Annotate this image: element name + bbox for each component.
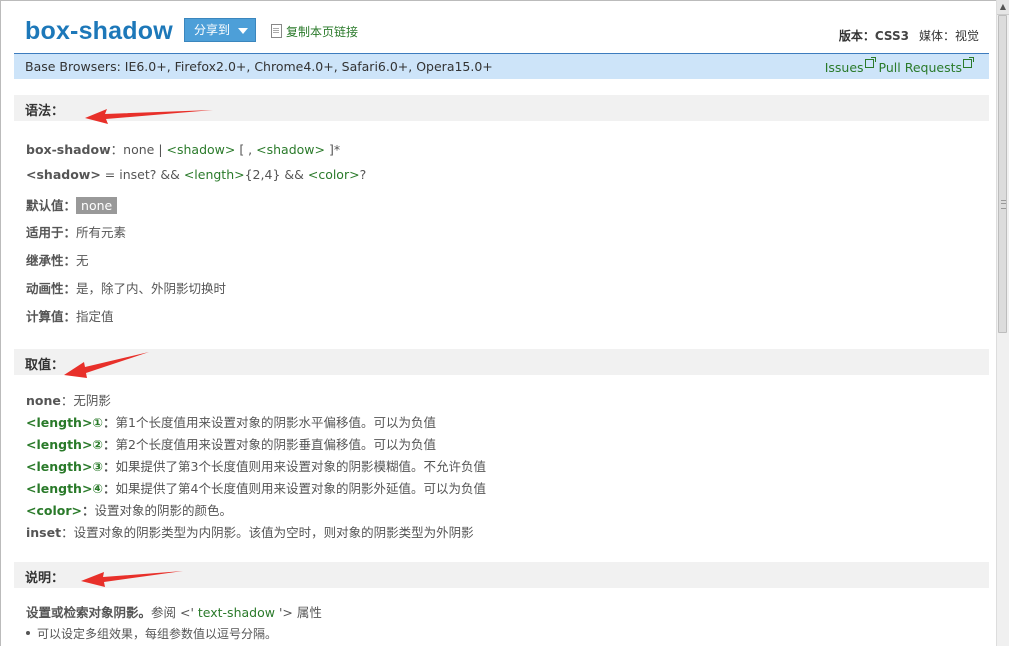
description-heading-bar: 说明： bbox=[14, 562, 989, 588]
description-bold: 设置或检索对象阴影。 bbox=[26, 605, 152, 620]
animation-value: 是，除了内、外阴影切换时 bbox=[76, 281, 227, 296]
document-icon bbox=[271, 24, 282, 38]
description-see-end: '> 属性 bbox=[274, 605, 322, 620]
shadow-def-range: {2,4} && bbox=[244, 167, 308, 182]
value-term[interactable]: <length>④ bbox=[26, 481, 103, 496]
page-title: box-shadow bbox=[25, 17, 173, 45]
value-sep: ： bbox=[103, 459, 116, 474]
shadow-definition-line: <shadow> = inset? && <length>{2,4} && <c… bbox=[26, 167, 366, 182]
external-link-icon bbox=[963, 57, 974, 68]
copy-link-label: 复制本页链接 bbox=[286, 25, 359, 39]
value-term[interactable]: <length>② bbox=[26, 437, 103, 452]
value-item-length-4: <length>④：如果提供了第4个长度值则用来设置对象的阴影外延值。可以为负值 bbox=[26, 478, 486, 497]
applies-label: 适用于： bbox=[26, 225, 77, 240]
value-item-length-3: <length>③：如果提供了第3个长度值则用来设置对象的阴影模糊值。不允许负值 bbox=[26, 456, 486, 475]
share-button-label: 分享到 bbox=[194, 23, 231, 37]
repo-links: Issues Pull Requests bbox=[825, 57, 977, 75]
value-sep: ： bbox=[61, 525, 74, 540]
base-browsers-text: Base Browsers: IE6.0+, Firefox2.0+, Chro… bbox=[25, 59, 493, 74]
version-value: CSS3 bbox=[874, 29, 909, 43]
applies-to-line: 适用于：所有元素 bbox=[26, 222, 126, 241]
value-sep: ： bbox=[60, 393, 74, 408]
animatable-line: 动画性：是，除了内、外阴影切换时 bbox=[26, 278, 226, 297]
value-desc: 设置对象的阴影类型为内阴影。该值为空时，则对象的阴影类型为外阴影 bbox=[73, 525, 474, 540]
value-term[interactable]: <length>① bbox=[26, 415, 103, 430]
media-label: 媒体： bbox=[918, 29, 955, 43]
syntax-end: ]* bbox=[325, 142, 341, 157]
syntax-mid: [ , bbox=[235, 142, 257, 157]
shadow-def-prop: <shadow> bbox=[26, 167, 101, 182]
value-term[interactable]: <color> bbox=[26, 503, 82, 518]
values-heading-bar: 取值： bbox=[14, 349, 989, 375]
syntax-heading-bar: 语法： bbox=[14, 95, 989, 121]
value-sep: ： bbox=[81, 503, 95, 518]
scroll-up-arrow-icon[interactable]: ▲ bbox=[997, 0, 1009, 15]
value-sep: ： bbox=[103, 415, 116, 430]
default-value-line: 默认值： none bbox=[26, 195, 118, 214]
default-label: 默认值： bbox=[26, 198, 77, 213]
value-desc: 设置对象的阴影的颜色。 bbox=[94, 503, 233, 518]
shadow-type-link[interactable]: <shadow> bbox=[167, 142, 236, 157]
value-desc: 无阴影 bbox=[73, 393, 111, 408]
copy-page-link[interactable]: 复制本页链接 bbox=[271, 23, 358, 40]
animation-label: 动画性： bbox=[26, 281, 77, 296]
value-term[interactable]: <length>③ bbox=[26, 459, 103, 474]
chevron-down-icon bbox=[238, 28, 248, 34]
scrollbar-grip-icon bbox=[1001, 200, 1006, 209]
value-item-length-2: <length>②：第2个长度值用来设置对象的阴影垂直偏移值。可以为负值 bbox=[26, 434, 436, 453]
shadow-def-end: ? bbox=[359, 167, 367, 182]
text-shadow-link[interactable]: text-shadow bbox=[198, 605, 275, 620]
value-item-none: none：无阴影 bbox=[26, 390, 111, 409]
vertical-scrollbar[interactable]: ▲ bbox=[996, 0, 1009, 646]
value-desc: 第1个长度值用来设置对象的阴影水平偏移值。可以为负值 bbox=[115, 415, 436, 430]
version-label: 版本： bbox=[838, 29, 875, 43]
page-header: box-shadow 分享到 复制本页链接 版本：CSS3 媒体：视觉 bbox=[14, 13, 989, 54]
description-see: 参阅 <' bbox=[151, 605, 198, 620]
value-item-length-1: <length>①：第1个长度值用来设置对象的阴影水平偏移值。可以为负值 bbox=[26, 412, 436, 431]
share-button[interactable]: 分享到 bbox=[184, 18, 256, 42]
computed-label: 计算值： bbox=[26, 309, 77, 324]
computed-value: 指定值 bbox=[76, 309, 114, 324]
inherit-label: 继承性： bbox=[26, 253, 77, 268]
computed-value-line: 计算值：指定值 bbox=[26, 306, 114, 325]
syntax-heading: 语法： bbox=[25, 104, 65, 119]
value-term: none bbox=[26, 393, 61, 408]
shadow-def-eq: = inset? && bbox=[100, 167, 184, 182]
shadow-type-link[interactable]: <shadow> bbox=[256, 142, 325, 157]
page-frame: box-shadow 分享到 复制本页链接 版本：CSS3 媒体：视觉 Base … bbox=[0, 0, 997, 646]
value-desc: 如果提供了第3个长度值则用来设置对象的阴影模糊值。不允许负值 bbox=[115, 459, 486, 474]
applies-value: 所有元素 bbox=[76, 225, 127, 240]
length-type-link[interactable]: <length> bbox=[184, 167, 245, 182]
value-sep: ： bbox=[103, 437, 116, 452]
media-value: 视觉 bbox=[954, 29, 979, 43]
external-link-icon bbox=[864, 57, 876, 68]
value-desc: 如果提供了第4个长度值则用来设置对象的阴影外延值。可以为负值 bbox=[115, 481, 486, 496]
value-term: inset bbox=[26, 525, 62, 540]
inherited-line: 继承性：无 bbox=[26, 250, 89, 269]
browser-support-bar: Base Browsers: IE6.0+, Firefox2.0+, Chro… bbox=[14, 54, 989, 79]
syntax-sep: ：none | bbox=[110, 142, 167, 157]
issues-link[interactable]: Issues bbox=[825, 60, 864, 75]
pull-requests-link[interactable]: Pull Requests bbox=[879, 60, 962, 75]
scrollbar-thumb[interactable] bbox=[998, 15, 1007, 333]
value-sep: ： bbox=[103, 481, 116, 496]
value-item-color: <color>：设置对象的阴影的颜色。 bbox=[26, 500, 232, 519]
version-info: 版本：CSS3 媒体：视觉 bbox=[839, 27, 979, 44]
description-main: 设置或检索对象阴影。参阅 <' text-shadow '> 属性 bbox=[26, 602, 322, 621]
syntax-prop: box-shadow bbox=[26, 142, 111, 157]
syntax-line: box-shadow：none | <shadow> [ , <shadow> … bbox=[26, 139, 340, 158]
description-heading: 说明： bbox=[25, 571, 65, 586]
values-heading: 取值： bbox=[25, 358, 65, 373]
color-type-link[interactable]: <color> bbox=[308, 167, 360, 182]
value-item-inset: inset：设置对象的阴影类型为内阴影。该值为空时，则对象的阴影类型为外阴影 bbox=[26, 522, 474, 541]
inherit-value: 无 bbox=[76, 253, 89, 268]
value-desc: 第2个长度值用来设置对象的阴影垂直偏移值。可以为负值 bbox=[115, 437, 436, 452]
default-value-badge: none bbox=[76, 197, 118, 214]
description-bullet: 可以设定多组效果，每组参数值以逗号分隔。 bbox=[25, 627, 278, 641]
